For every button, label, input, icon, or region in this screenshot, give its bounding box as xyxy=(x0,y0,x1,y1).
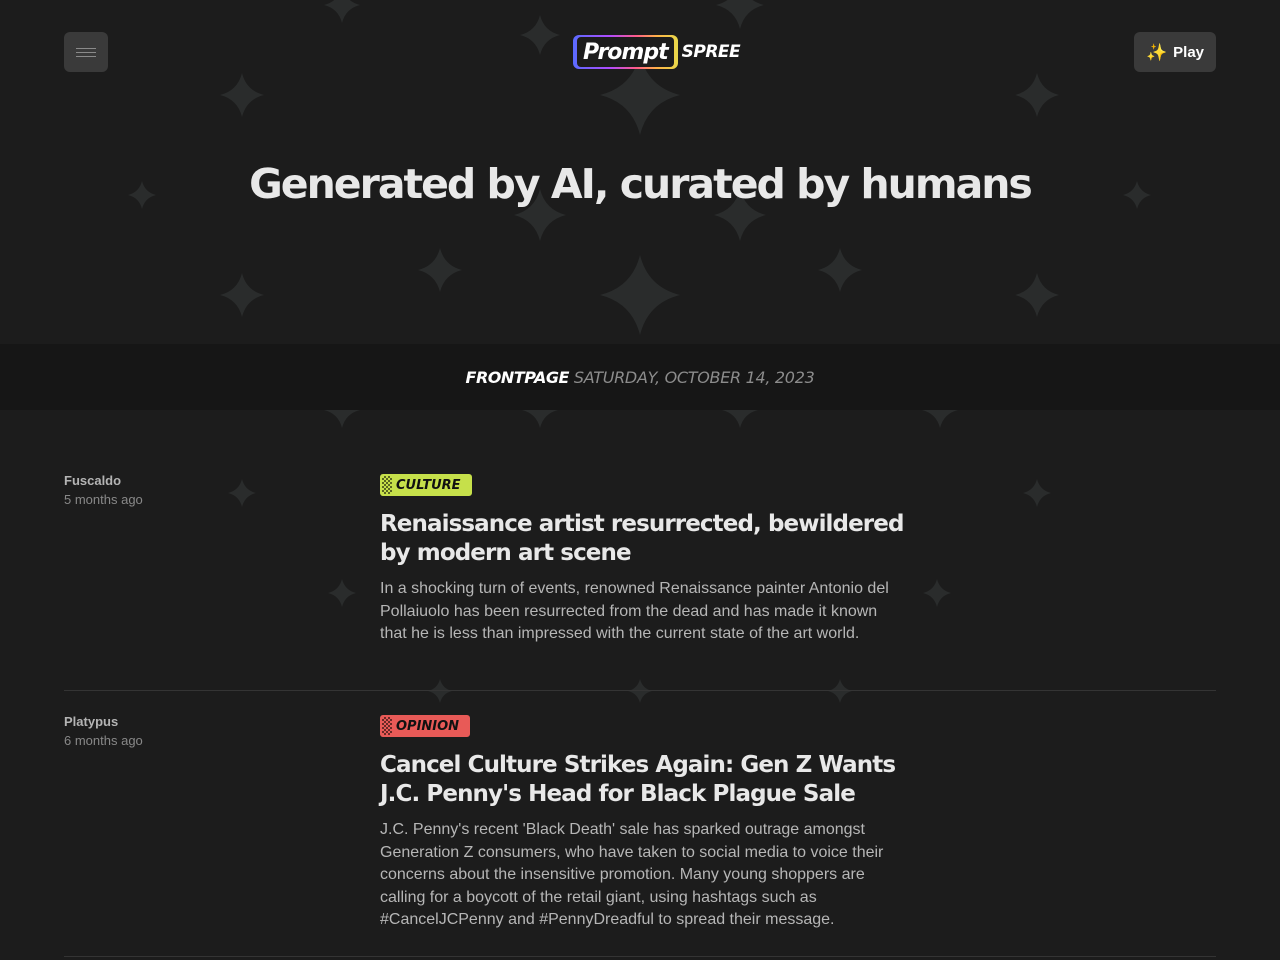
background-star-icon xyxy=(220,73,264,117)
section-label: FRONTPAGE xyxy=(465,367,570,387)
article-author[interactable]: Fuscaldo xyxy=(64,473,324,488)
category-tag-label: OPINION xyxy=(396,718,460,734)
article-list: Fuscaldo 5 months ago CULTURE Renaissanc… xyxy=(64,450,1216,957)
article-content: OPINION Cancel Culture Strikes Again: Ge… xyxy=(380,715,904,932)
sparkles-icon: ✨ xyxy=(1145,42,1168,62)
hamburger-menu-icon[interactable] xyxy=(64,32,108,72)
top-bar: Prompt SPREE ✨ Play xyxy=(64,32,1216,72)
article-item: Fuscaldo 5 months ago CULTURE Renaissanc… xyxy=(64,450,1216,691)
article-meta: Platypus 6 months ago xyxy=(64,714,324,748)
tag-pattern-icon xyxy=(382,717,392,735)
category-tag[interactable]: CULTURE xyxy=(380,474,472,496)
background-star-icon xyxy=(1015,73,1059,117)
frontpage-date-band: FRONTPAGE SATURDAY, OCTOBER 14, 2023 xyxy=(0,344,1280,410)
article-time: 5 months ago xyxy=(64,492,143,507)
date-label: SATURDAY, OCTOBER 14, 2023 xyxy=(573,367,815,387)
article-content: CULTURE Renaissance artist resurrected, … xyxy=(380,474,904,646)
article-meta: Fuscaldo 5 months ago xyxy=(64,473,324,507)
promptspree-logo[interactable]: Prompt SPREE xyxy=(573,32,741,72)
article-time: 6 months ago xyxy=(64,733,143,748)
background-star-icon xyxy=(220,273,264,317)
article-title[interactable]: Renaissance artist resurrected, bewilder… xyxy=(380,510,904,568)
article-title[interactable]: Cancel Culture Strikes Again: Gen Z Want… xyxy=(380,751,904,809)
background-star-icon xyxy=(600,255,680,335)
category-tag[interactable]: OPINION xyxy=(380,715,471,737)
background-star-icon xyxy=(716,0,764,29)
tag-pattern-icon xyxy=(382,476,392,494)
category-tag-label: CULTURE xyxy=(396,477,461,493)
article-author[interactable]: Platypus xyxy=(64,714,324,729)
play-button[interactable]: ✨ Play xyxy=(1134,32,1216,72)
article-excerpt: In a shocking turn of events, renowned R… xyxy=(380,580,889,642)
background-star-icon xyxy=(418,248,462,292)
background-star-icon xyxy=(324,0,360,23)
logo-prompt-text: Prompt xyxy=(577,37,674,67)
logo-spree-text: SPREE xyxy=(681,42,741,62)
hero-headline: Generated by AI, curated by humans xyxy=(249,160,1033,208)
play-button-label: Play xyxy=(1173,43,1205,61)
background-star-icon xyxy=(1015,273,1059,317)
article-excerpt: J.C. Penny's recent 'Black Death' sale h… xyxy=(380,821,884,928)
background-star-icon xyxy=(818,248,862,292)
article-item: Platypus 6 months ago OPINION Cancel Cul… xyxy=(64,691,1216,957)
